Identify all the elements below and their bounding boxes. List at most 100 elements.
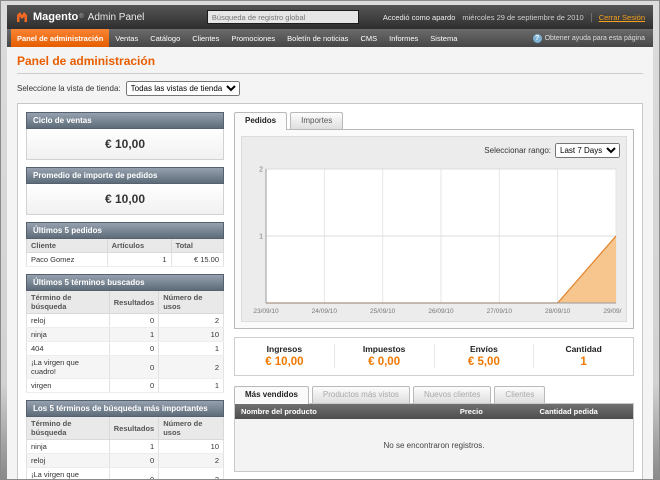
top-search-terms-table: Término de búsqueda Resultados Número de… — [26, 417, 224, 480]
svg-text:27/09/10: 27/09/10 — [487, 308, 513, 315]
logout-link[interactable]: Cerrar Sesión — [591, 13, 645, 22]
column-header: Resultados — [109, 417, 158, 440]
sales-cycle-title: Ciclo de ventas — [26, 112, 224, 129]
table-row[interactable]: 404 0 1 — [27, 342, 224, 356]
table-row[interactable]: ¡La virgen que cuadro! 0 2 — [27, 468, 224, 480]
column-header: Término de búsqueda — [27, 291, 110, 314]
svg-text:29/09/10: 29/09/10 — [603, 308, 622, 315]
orders-chart: 23/09/1024/09/1025/09/1026/09/1027/09/10… — [248, 163, 622, 319]
chart-area: Seleccionar rango: Last 7 Days 23/09/102… — [241, 136, 627, 322]
registered-mark: ® — [79, 14, 83, 20]
nav-item-promociones[interactable]: Promociones — [225, 29, 281, 47]
table-cell: 2 — [159, 454, 224, 468]
header-bar: Magento ® Admin Panel Accedió como apard… — [7, 5, 653, 29]
nav-item-clientes[interactable]: Clientes — [186, 29, 225, 47]
nav-item-ventas[interactable]: Ventas — [109, 29, 144, 47]
magento-logo-icon — [15, 10, 29, 24]
nav-item-panel-administracion[interactable]: Panel de administración — [11, 29, 109, 47]
brand-suffix: Admin Panel — [88, 12, 145, 23]
column-header: Resultados — [109, 291, 158, 314]
title-divider — [17, 73, 643, 74]
table-cell: 1 — [159, 342, 224, 356]
range-label: Seleccionar rango: — [484, 146, 551, 155]
table-cell: Paco Gomez — [27, 253, 108, 267]
help-link[interactable]: ? Obtener ayuda para esta página — [533, 29, 649, 47]
top-search-terms-title: Los 5 términos de búsqueda más important… — [26, 400, 224, 417]
page-content: Panel de administración Seleccione la vi… — [7, 47, 653, 480]
table-row[interactable]: ¡La virgen que cuadro! 0 2 — [27, 356, 224, 379]
nav-item-boletin-noticias[interactable]: Boletín de noticias — [281, 29, 354, 47]
range-bar: Seleccionar rango: Last 7 Days — [248, 141, 620, 163]
nav-item-cms[interactable]: CMS — [354, 29, 383, 47]
column-header: Artículos — [107, 239, 171, 253]
stat-cantidad: Cantidad 1 — [533, 344, 633, 368]
table-cell: 0 — [109, 314, 158, 328]
grid-empty-message: No se encontraron registros. — [235, 419, 633, 471]
stat-value: 1 — [534, 356, 633, 368]
tab-importes[interactable]: Importes — [290, 112, 343, 129]
global-search-wrap — [183, 10, 383, 24]
table-cell: 2 — [159, 468, 224, 480]
tab-nuevos-clientes[interactable]: Nuevos clientes — [413, 386, 491, 403]
nav-item-catalogo[interactable]: Catálogo — [144, 29, 186, 47]
stat-label: Impuestos — [335, 344, 434, 354]
totals-box: Ingresos € 10,00 Impuestos € 0,00 Envíos… — [234, 337, 634, 376]
last-orders-table: Cliente Artículos Total Paco Gomez 1 € 1… — [26, 239, 224, 267]
column-header: Número de usos — [159, 417, 224, 440]
table-cell: 2 — [159, 356, 224, 379]
stat-impuestos: Impuestos € 0,00 — [334, 344, 434, 368]
tab-productos-mas-vistos[interactable]: Productos más vistos — [312, 386, 410, 403]
stat-label: Cantidad — [534, 344, 633, 354]
table-header-row: Término de búsqueda Resultados Número de… — [27, 417, 224, 440]
tab-mas-vendidos[interactable]: Más vendidos — [234, 386, 309, 404]
help-label: Obtener ayuda para esta página — [545, 35, 645, 42]
column-header: Número de usos — [159, 291, 224, 314]
table-cell: ninja — [27, 440, 110, 454]
table-row[interactable]: ninja 1 10 — [27, 328, 224, 342]
nav-item-informes[interactable]: Informes — [383, 29, 424, 47]
main-nav: Panel de administración Ventas Catálogo … — [7, 29, 653, 47]
table-row[interactable]: virgen 0 1 — [27, 379, 224, 393]
svg-text:25/09/10: 25/09/10 — [370, 308, 396, 315]
table-cell: ¡La virgen que cuadro! — [27, 356, 110, 379]
global-search-input[interactable] — [207, 10, 359, 24]
column-header: Total — [171, 239, 223, 253]
avg-order-title: Promedio de importe de pedidos — [26, 167, 224, 184]
column-header: Precio — [454, 404, 534, 419]
nav-item-sistema[interactable]: Sistema — [424, 29, 463, 47]
table-row[interactable]: ninja 1 10 — [27, 440, 224, 454]
svg-text:26/09/10: 26/09/10 — [428, 308, 454, 315]
table-cell: 1 — [107, 253, 171, 267]
avg-order-box: Promedio de importe de pedidos € 10,00 — [26, 167, 224, 215]
store-view-select[interactable]: Todas las vistas de tienda — [126, 81, 240, 96]
stat-label: Ingresos — [235, 344, 334, 354]
range-select[interactable]: Last 7 Days — [555, 143, 620, 158]
stat-value: € 0,00 — [335, 356, 434, 368]
table-cell: 0 — [109, 468, 158, 480]
table-header-row: Término de búsqueda Resultados Número de… — [27, 291, 224, 314]
tab-pedidos[interactable]: Pedidos — [234, 112, 287, 130]
svg-text:1: 1 — [259, 234, 263, 241]
table-cell: ninja — [27, 328, 110, 342]
table-cell: 10 — [159, 328, 224, 342]
table-cell: ¡La virgen que cuadro! — [27, 468, 110, 480]
svg-text:24/09/10: 24/09/10 — [312, 308, 338, 315]
svg-text:28/09/10: 28/09/10 — [545, 308, 571, 315]
top-search-terms-box: Los 5 términos de búsqueda más important… — [26, 400, 224, 480]
column-header: Término de búsqueda — [27, 417, 110, 440]
table-row[interactable]: reloj 0 2 — [27, 454, 224, 468]
table-cell: 0 — [109, 454, 158, 468]
column-header: Cliente — [27, 239, 108, 253]
table-row[interactable]: Paco Gomez 1 € 15.00 — [27, 253, 224, 267]
stat-value: € 10,00 — [235, 356, 334, 368]
table-cell: 0 — [109, 356, 158, 379]
page-title: Panel de administración — [17, 54, 643, 68]
last-search-terms-title: Últimos 5 términos buscados — [26, 274, 224, 291]
tab-clientes[interactable]: Clientes — [494, 386, 545, 403]
stat-ingresos: Ingresos € 10,00 — [235, 344, 334, 368]
table-row[interactable]: reloj 0 2 — [27, 314, 224, 328]
svg-text:2: 2 — [259, 167, 263, 174]
dashboard-left-column: Ciclo de ventas € 10,00 Promedio de impo… — [26, 112, 224, 480]
magento-logo[interactable]: Magento ® Admin Panel — [15, 10, 183, 24]
table-cell: virgen — [27, 379, 110, 393]
